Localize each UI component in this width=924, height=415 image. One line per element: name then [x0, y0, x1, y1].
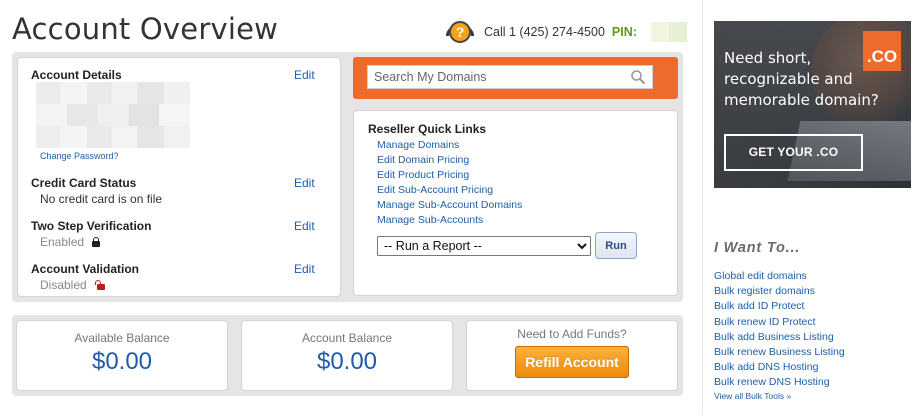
bulk-link-add-business-listing[interactable]: Bulk add Business Listing: [714, 330, 845, 345]
edit-two-step-link[interactable]: Edit: [294, 219, 315, 233]
quick-link-edit-domain-pricing[interactable]: Edit Domain Pricing: [377, 153, 522, 168]
bulk-link-register-domains[interactable]: Bulk register domains: [714, 284, 845, 299]
ad-headline: Need short, recognizable and memorable d…: [724, 49, 879, 109]
quick-link-edit-product-pricing[interactable]: Edit Product Pricing: [377, 168, 522, 183]
available-balance-label: Available Balance: [74, 331, 170, 345]
support-phone: Call 1 (425) 274-4500: [484, 25, 605, 39]
credit-card-status: No credit card is on file: [40, 192, 163, 206]
support-headset-icon: ?: [446, 18, 474, 46]
domain-search-bar: [353, 57, 678, 99]
edit-credit-card-link[interactable]: Edit: [294, 176, 315, 190]
get-your-co-button[interactable]: GET YOUR .CO: [724, 134, 863, 171]
unlock-icon: [95, 280, 105, 290]
two-step-verification-title: Two Step Verification: [31, 219, 152, 233]
pin-label: PIN:: [611, 25, 637, 39]
change-password-link[interactable]: Change Password?: [40, 151, 119, 161]
account-balance-card: Account Balance $0.00: [241, 320, 453, 391]
quick-links-title: Reseller Quick Links: [368, 122, 487, 136]
two-step-status: Enabled: [40, 235, 85, 249]
bulk-link-add-id-protect[interactable]: Bulk add ID Protect: [714, 299, 845, 314]
page-title: Account Overview: [12, 12, 279, 46]
account-validation-status: Disabled: [40, 278, 87, 292]
available-balance-card: Available Balance $0.00: [16, 320, 228, 391]
add-funds-card: Need to Add Funds? Refill Account: [466, 320, 678, 391]
co-domain-ad-banner[interactable]: .CO Need short, recognizable and memorab…: [714, 21, 911, 188]
search-domains-input[interactable]: [367, 65, 653, 89]
bulk-link-global-edit-domains[interactable]: Global edit domains: [714, 269, 845, 284]
bulk-tools-list: Global edit domains Bulk register domain…: [714, 269, 845, 391]
support-info: ? Call 1 (425) 274-4500 PIN:: [446, 18, 687, 46]
view-all-bulk-tools-link[interactable]: View all Bulk Tools »: [714, 391, 791, 401]
available-balance-value: $0.00: [91, 348, 153, 375]
refill-account-button[interactable]: Refill Account: [515, 346, 629, 378]
pin-value-redacted: [650, 22, 687, 42]
quick-link-manage-domains[interactable]: Manage Domains: [377, 138, 522, 153]
quick-links-list: Manage Domains Edit Domain Pricing Edit …: [377, 138, 522, 228]
account-balance-value: $0.00: [316, 348, 378, 375]
quick-link-edit-sub-account-pricing[interactable]: Edit Sub-Account Pricing: [377, 183, 522, 198]
account-details-redacted: [36, 82, 190, 148]
credit-card-status-title: Credit Card Status: [31, 176, 137, 190]
add-funds-label: Need to Add Funds?: [517, 327, 627, 341]
search-icon[interactable]: [630, 69, 646, 85]
sidebar-divider: [702, 0, 703, 415]
quick-link-manage-sub-account-domains[interactable]: Manage Sub-Account Domains: [377, 198, 522, 213]
account-details-title: Account Details: [31, 68, 122, 82]
bulk-link-renew-dns-hosting[interactable]: Bulk renew DNS Hosting: [714, 375, 845, 390]
edit-account-details-link[interactable]: Edit: [294, 68, 315, 82]
bulk-link-renew-business-listing[interactable]: Bulk renew Business Listing: [714, 345, 845, 360]
run-report-button[interactable]: Run: [595, 232, 637, 259]
account-balance-label: Account Balance: [301, 331, 393, 345]
i-want-to-title: I Want To...: [714, 240, 801, 256]
lock-icon: [92, 237, 100, 247]
bulk-link-renew-id-protect[interactable]: Bulk renew ID Protect: [714, 315, 845, 330]
run-report-select[interactable]: -- Run a Report --: [377, 236, 591, 256]
bulk-link-add-dns-hosting[interactable]: Bulk add DNS Hosting: [714, 360, 845, 375]
edit-account-validation-link[interactable]: Edit: [294, 262, 315, 276]
quick-link-manage-sub-accounts[interactable]: Manage Sub-Accounts: [377, 213, 522, 228]
account-validation-title: Account Validation: [31, 262, 140, 276]
